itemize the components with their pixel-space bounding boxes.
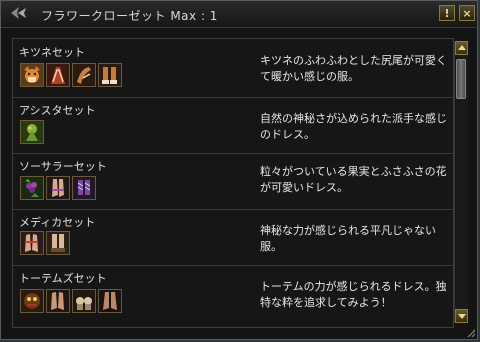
outfit-row-medica[interactable]: メディカセット 神秘な力が感じられる平凡じゃない服。 (13, 209, 453, 266)
outfit-name: キツネセット (19, 46, 85, 59)
sorcerer-boots-icon[interactable] (72, 176, 96, 200)
totem-mask-icon[interactable] (20, 289, 44, 313)
flower-dress-icon[interactable] (20, 120, 44, 144)
totem-shoes-icon[interactable] (98, 289, 122, 313)
grape-dress-icon[interactable] (20, 176, 44, 200)
title-bar[interactable]: フラワークローゼット Max : 1 ! × (1, 1, 477, 28)
outfit-name: トーテムズセット (19, 272, 107, 285)
medica-boots-icon[interactable] (46, 231, 70, 255)
info-button[interactable]: ! (439, 5, 455, 21)
outfit-name: アシスタセット (19, 104, 96, 117)
list-scrollbar[interactable] (454, 41, 468, 323)
window-title: フラワークローゼット Max : 1 (41, 9, 218, 23)
outfit-row-assista[interactable]: アシスタセット 自然の神秘さが込められた派手な感じのドレス。 (13, 97, 453, 154)
totem-gloves-icon[interactable] (46, 289, 70, 313)
outfit-name: ソーサラーセット (19, 160, 107, 173)
fox-head-icon[interactable] (20, 63, 44, 87)
window-menu-icon (9, 4, 35, 22)
flower-closet-window: フラワークローゼット Max : 1 ! × キツネセット キツネのふわふわとし… (0, 0, 478, 340)
sorcerer-gloves-icon[interactable] (46, 176, 70, 200)
fox-boots-icon[interactable] (98, 63, 122, 87)
outfit-description: キツネのふわふわとした尻尾が可愛くて暖かい感じの服。 (260, 54, 447, 83)
outfit-description: 神秘な力が感じられる平凡じゃない服。 (260, 224, 436, 253)
scroll-up-arrow-icon[interactable] (455, 41, 468, 55)
fox-tail-outfit-icon[interactable] (46, 63, 70, 87)
outfit-name: メディカセット (19, 216, 96, 229)
outfit-description: トーテムの力が感じられるドレス。独特な粋を追求してみよう！ (260, 280, 447, 309)
outfit-row-totems[interactable]: トーテムズセット トーテムの力が感じられるドレス。独特な粋を追求してみよう！ (13, 265, 453, 327)
medica-gloves-icon[interactable] (20, 231, 44, 255)
fox-gloves-icon[interactable] (72, 63, 96, 87)
outfit-description: 自然の神秘さが込められた派手な感じのドレス。 (260, 112, 447, 141)
outfit-row-kitsune[interactable]: キツネセット キツネのふわふわとした尻尾が可愛くて暖かい感じの服。 (13, 39, 453, 98)
totem-boots-icon[interactable] (72, 289, 96, 313)
scroll-thumb[interactable] (456, 59, 466, 99)
scroll-down-arrow-icon[interactable] (455, 309, 468, 323)
close-button[interactable]: × (459, 5, 475, 21)
resize-grip-icon[interactable] (465, 327, 475, 337)
outfit-description: 粒々がついている果実とふさふさの花が可愛いドレス。 (260, 165, 447, 194)
outfit-row-sorcerer[interactable]: ソーサラーセット 粒々がついている果実とふさふさの花が可愛いドレス。 (13, 153, 453, 210)
outfit-list: キツネセット キツネのふわふわとした尻尾が可愛くて暖かい感じの服。 アシスタセッ… (12, 38, 454, 328)
